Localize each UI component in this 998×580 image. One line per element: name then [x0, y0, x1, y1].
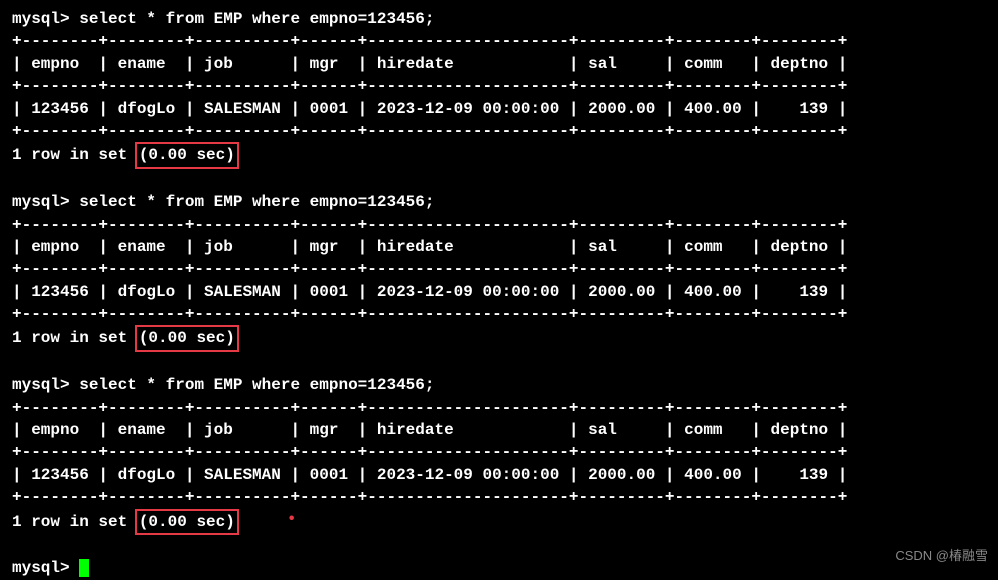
- table-border: +--------+--------+----------+------+---…: [12, 214, 986, 236]
- timing-highlight: (0.00 sec): [135, 142, 239, 168]
- table-border: +--------+--------+----------+------+---…: [12, 441, 986, 463]
- blank-line: [12, 535, 986, 557]
- table-row: | 123456 | dfogLo | SALESMAN | 0001 | 20…: [12, 464, 986, 486]
- table-border: +--------+--------+----------+------+---…: [12, 120, 986, 142]
- status-line-2: 1 row in set (0.00 sec): [12, 325, 986, 351]
- table-border: +--------+--------+----------+------+---…: [12, 75, 986, 97]
- cursor-icon: [79, 559, 89, 577]
- blank-line: [12, 352, 986, 374]
- query-line-2: mysql> select * from EMP where empno=123…: [12, 191, 986, 213]
- table-headers: | empno | ename | job | mgr | hiredate |…: [12, 53, 986, 75]
- table-headers: | empno | ename | job | mgr | hiredate |…: [12, 236, 986, 258]
- timing-highlight: (0.00 sec): [135, 509, 239, 535]
- table-row: | 123456 | dfogLo | SALESMAN | 0001 | 20…: [12, 281, 986, 303]
- sql-query: select * from EMP where empno=123456;: [79, 10, 434, 28]
- red-dot-icon: •: [287, 510, 297, 528]
- sql-query: select * from EMP where empno=123456;: [79, 376, 434, 394]
- table-border: +--------+--------+----------+------+---…: [12, 303, 986, 325]
- prompt-line[interactable]: mysql>: [12, 557, 986, 579]
- timing-highlight: (0.00 sec): [135, 325, 239, 351]
- table-headers: | empno | ename | job | mgr | hiredate |…: [12, 419, 986, 441]
- sql-query: select * from EMP where empno=123456;: [79, 193, 434, 211]
- watermark: CSDN @椿融雪: [895, 547, 988, 565]
- query-line-3: mysql> select * from EMP where empno=123…: [12, 374, 986, 396]
- table-border: +--------+--------+----------+------+---…: [12, 30, 986, 52]
- table-border: +--------+--------+----------+------+---…: [12, 258, 986, 280]
- table-border: +--------+--------+----------+------+---…: [12, 397, 986, 419]
- status-line-1: 1 row in set (0.00 sec): [12, 142, 986, 168]
- query-line-1: mysql> select * from EMP where empno=123…: [12, 8, 986, 30]
- blank-line: [12, 169, 986, 191]
- table-border: +--------+--------+----------+------+---…: [12, 486, 986, 508]
- table-row: | 123456 | dfogLo | SALESMAN | 0001 | 20…: [12, 98, 986, 120]
- status-line-3: 1 row in set (0.00 sec) •: [12, 509, 986, 535]
